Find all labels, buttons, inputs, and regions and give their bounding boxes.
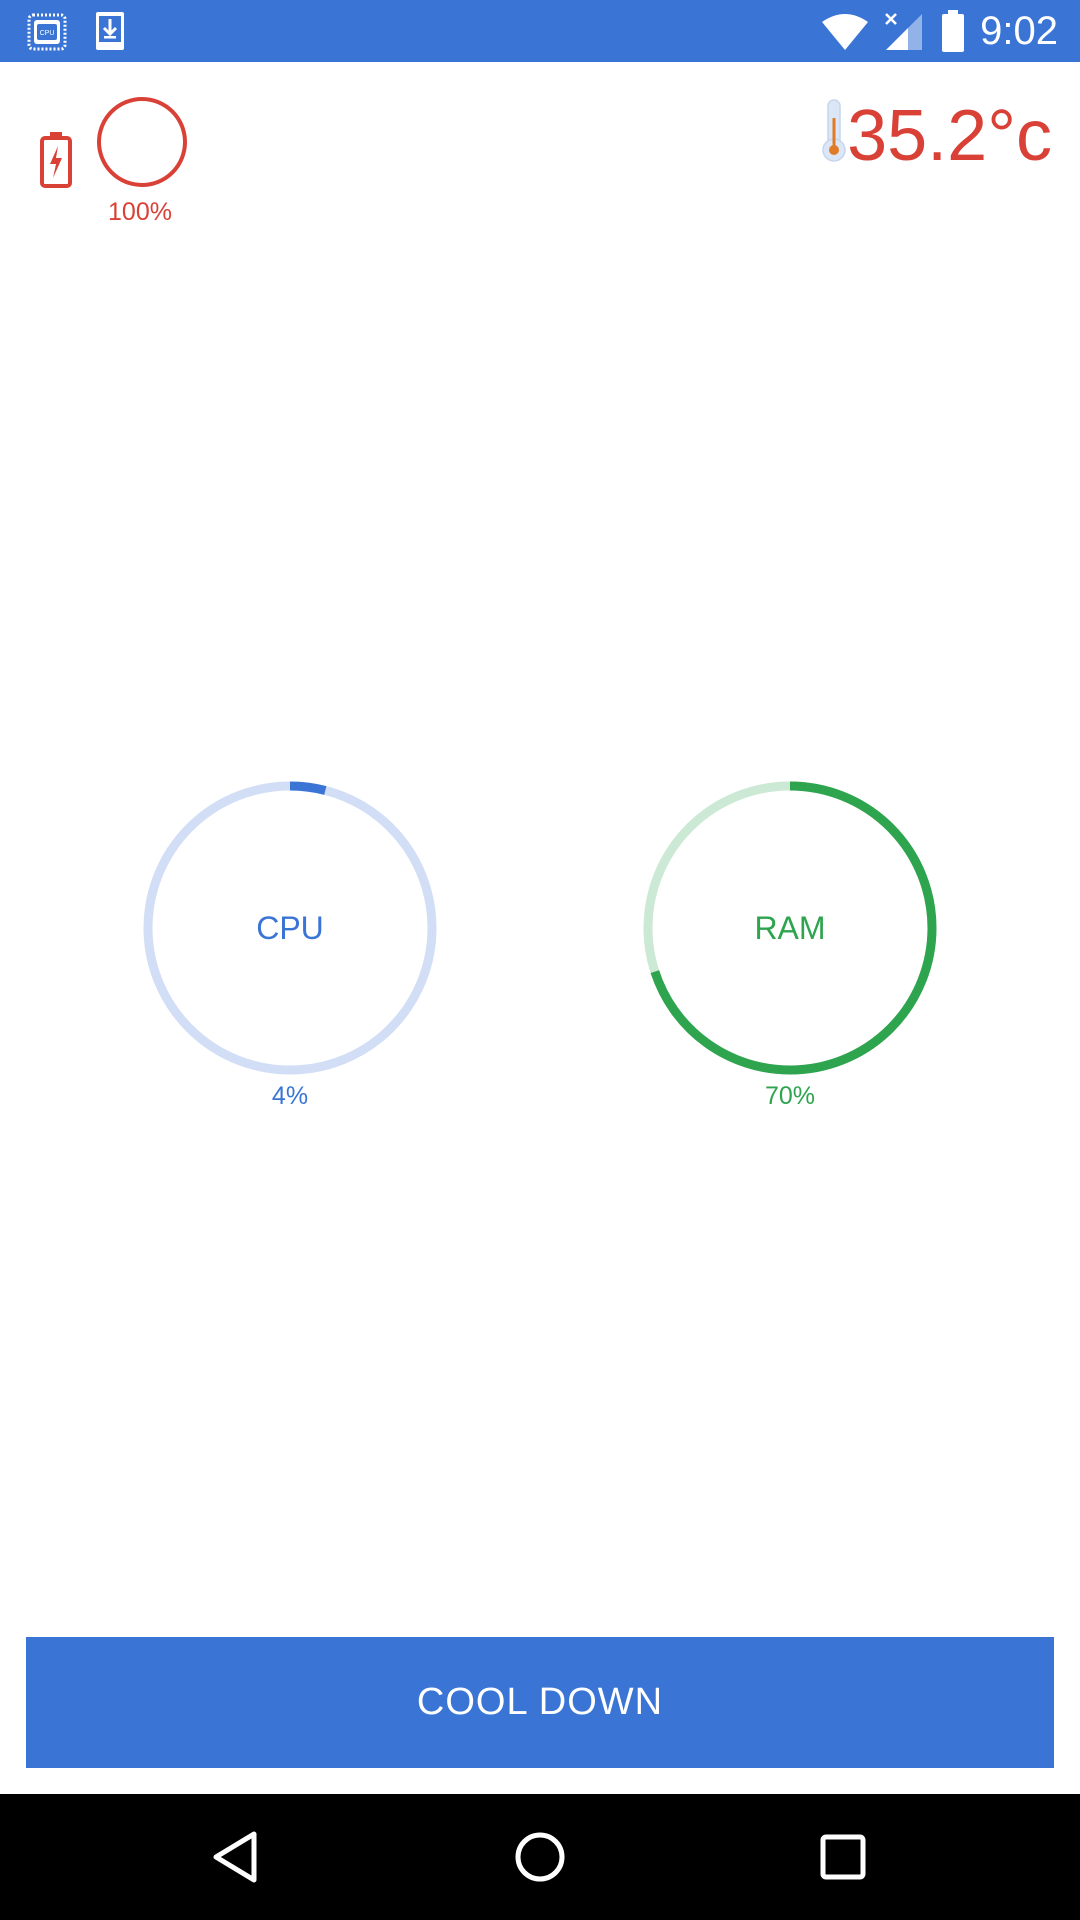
ram-gauge-label: RAM	[754, 909, 826, 946]
back-icon[interactable]	[202, 1822, 272, 1892]
temperature-value: 35.2°c	[847, 96, 1052, 176]
recents-icon[interactable]	[808, 1822, 878, 1892]
ram-gauge: RAM 70%	[640, 778, 940, 1111]
cpu-chip-icon: CPU	[27, 13, 67, 51]
cool-down-button[interactable]: COOL DOWN	[26, 1637, 1054, 1768]
battery-charging-icon	[40, 132, 72, 188]
ram-gauge-percent: 70%	[764, 1082, 816, 1110]
home-icon[interactable]	[505, 1822, 575, 1892]
battery-full-icon	[942, 10, 964, 52]
wifi-icon	[822, 14, 868, 50]
battery-level-label: 100%	[108, 198, 172, 226]
cpu-gauge: CPU 4%	[140, 778, 440, 1111]
navigation-bar	[0, 1794, 1080, 1920]
cpu-gauge-label: CPU	[256, 909, 324, 946]
cpu-gauge-percent: 4%	[271, 1082, 309, 1110]
status-time: 9:02	[980, 9, 1058, 53]
status-bar: CPU 9:02	[0, 0, 1080, 62]
cell-signal-icon	[885, 13, 922, 50]
download-icon	[96, 12, 124, 50]
thermometer-icon	[822, 99, 846, 162]
battery-level-ring	[97, 97, 187, 187]
svg-text:CPU: CPU	[40, 30, 55, 37]
